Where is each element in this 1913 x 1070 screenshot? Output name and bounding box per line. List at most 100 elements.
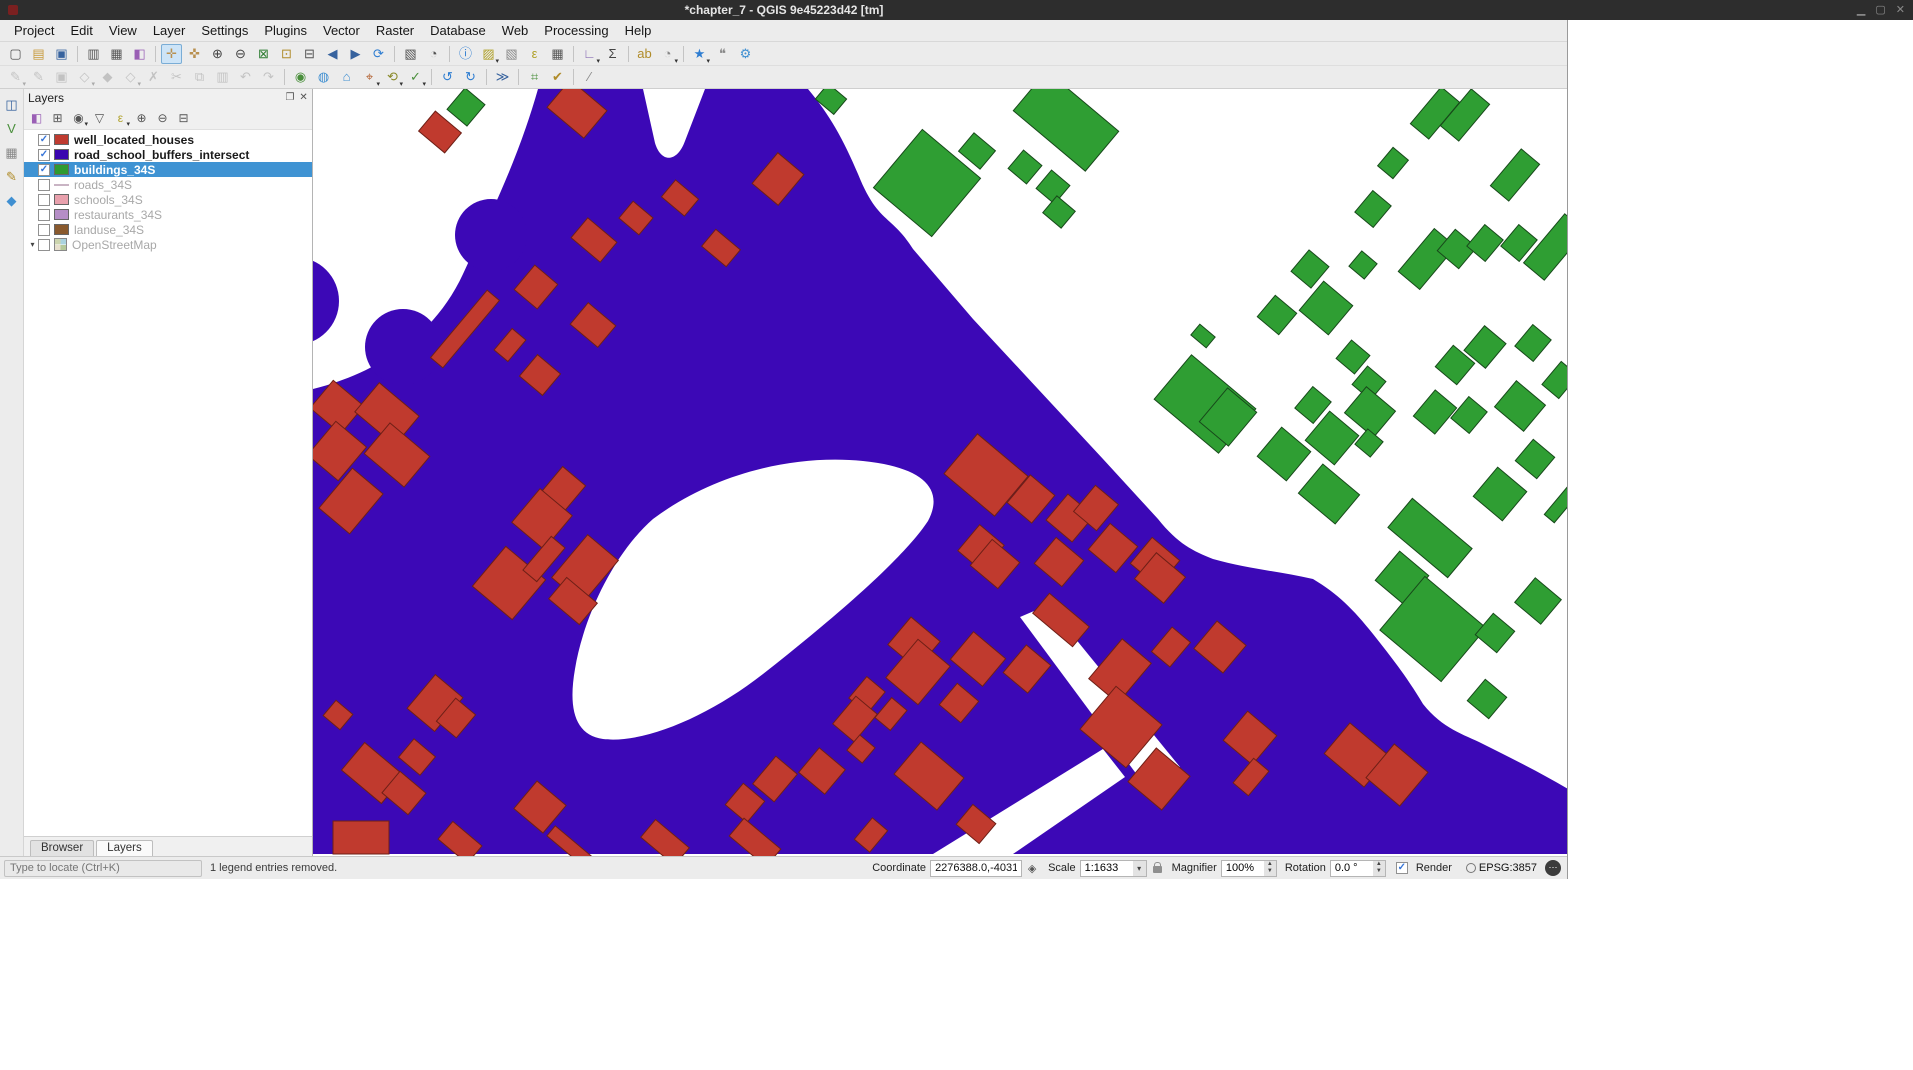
maximize-icon[interactable]: ▢ bbox=[1875, 2, 1885, 18]
select-by-expression-button[interactable]: ε bbox=[524, 44, 545, 64]
measure-line-button[interactable]: ∟▾ bbox=[579, 44, 600, 64]
undo-history-button[interactable]: ↺ bbox=[437, 67, 458, 87]
layer-diagram-options-dropdown-icon[interactable]: ▾ bbox=[674, 57, 678, 65]
layer-visibility-checkbox[interactable] bbox=[38, 179, 50, 191]
menu-web[interactable]: Web bbox=[494, 20, 537, 41]
new-print-layout-button[interactable]: ▥ bbox=[83, 44, 104, 64]
current-edits-button[interactable]: ✎▾ bbox=[5, 67, 26, 87]
add-vector-layer-button[interactable]: V bbox=[1, 119, 22, 139]
magnifier-spin-arrows[interactable]: ▲▼ bbox=[1264, 861, 1276, 876]
save-project-button[interactable]: ▣ bbox=[51, 44, 72, 64]
layer-diagram-options-button[interactable]: ◔▾ bbox=[657, 44, 678, 64]
expand-all-button[interactable]: ⊕ bbox=[132, 109, 151, 127]
refresh-map-button[interactable]: ⟳ bbox=[368, 44, 389, 64]
minimize-icon[interactable]: ▁ bbox=[1857, 2, 1865, 18]
measure-angle-button[interactable]: ∕ bbox=[579, 67, 600, 87]
scale-combo[interactable]: ▾ bbox=[1080, 860, 1147, 877]
processing-history-button[interactable]: ⟲▾ bbox=[382, 67, 403, 87]
rotation-spin-arrows[interactable]: ▲▼ bbox=[1373, 861, 1385, 876]
menu-view[interactable]: View bbox=[101, 20, 145, 41]
open-layer-styling-panel-button[interactable]: ◧ bbox=[27, 109, 46, 127]
menu-edit[interactable]: Edit bbox=[62, 20, 100, 41]
pan-to-selection-button[interactable]: ✜ bbox=[184, 44, 205, 64]
undo-edit-button[interactable]: ↶ bbox=[235, 67, 256, 87]
scale-combo-arrow-icon[interactable]: ▾ bbox=[1133, 861, 1146, 876]
layer-item-OpenStreetMap[interactable]: ▾OpenStreetMap bbox=[24, 237, 312, 252]
layer-item-landuse_34S[interactable]: landuse_34S bbox=[24, 222, 312, 237]
menu-project[interactable]: Project bbox=[6, 20, 62, 41]
layer-visibility-checkbox[interactable]: ✓ bbox=[38, 134, 50, 146]
new-project-button[interactable]: ▢ bbox=[5, 44, 26, 64]
check-geometries-button[interactable]: ✔ bbox=[547, 67, 568, 87]
locate-input[interactable] bbox=[4, 860, 202, 877]
vertex-tool-button[interactable]: ◇▾ bbox=[120, 67, 141, 87]
menu-database[interactable]: Database bbox=[422, 20, 494, 41]
scale-input[interactable] bbox=[1081, 861, 1133, 876]
tab-browser[interactable]: Browser bbox=[30, 840, 94, 856]
osm-place-search-button[interactable]: ◉ bbox=[290, 67, 311, 87]
redo-edit-button[interactable]: ↷ bbox=[258, 67, 279, 87]
identify-features-button[interactable]: ⓘ bbox=[455, 44, 476, 64]
georeferencer-button[interactable]: ⌖▾ bbox=[359, 67, 380, 87]
rotation-spinbox[interactable]: ▲▼ bbox=[1330, 860, 1386, 877]
magnifier-spinbox[interactable]: ▲▼ bbox=[1221, 860, 1277, 877]
processing-history-dropdown-icon[interactable]: ▾ bbox=[399, 80, 403, 88]
menu-settings[interactable]: Settings bbox=[193, 20, 256, 41]
collapse-all-button[interactable]: ⊖ bbox=[153, 109, 172, 127]
panel-close-icon[interactable]: ✕ bbox=[299, 92, 307, 103]
tab-layers[interactable]: Layers bbox=[96, 840, 153, 856]
manage-map-themes-dropdown-icon[interactable]: ▾ bbox=[84, 120, 88, 128]
open-attribute-table-button[interactable]: ▦ bbox=[547, 44, 568, 64]
delete-selected-button[interactable]: ✗ bbox=[143, 67, 164, 87]
cut-features-button[interactable]: ✂ bbox=[166, 67, 187, 87]
temporal-controller-button[interactable]: ◔ bbox=[423, 44, 444, 64]
layer-visibility-checkbox[interactable] bbox=[38, 194, 50, 206]
lock-scale-icon[interactable] bbox=[1153, 866, 1162, 873]
filter-by-expression-dropdown-icon[interactable]: ▾ bbox=[126, 120, 130, 128]
new-shapefile-layer-button[interactable]: ✎ bbox=[1, 167, 22, 187]
coordinate-input[interactable] bbox=[930, 860, 1022, 877]
redo-history-button[interactable]: ↻ bbox=[460, 67, 481, 87]
extents-toggle-icon[interactable]: ◈ bbox=[1024, 860, 1040, 876]
layer-item-road_school_buffers_intersect[interactable]: ✓road_school_buffers_intersect bbox=[24, 147, 312, 162]
layer-item-schools_34S[interactable]: schools_34S bbox=[24, 192, 312, 207]
zoom-next-button[interactable]: ▶ bbox=[345, 44, 366, 64]
magnifier-input[interactable] bbox=[1222, 861, 1264, 876]
new-geopackage-layer-button[interactable]: ◆ bbox=[1, 191, 22, 211]
panel-float-icon[interactable]: ❐ bbox=[285, 92, 294, 103]
zoom-full-button[interactable]: ⊠ bbox=[253, 44, 274, 64]
save-layer-edits-button[interactable]: ▣ bbox=[51, 67, 72, 87]
menu-plugins[interactable]: Plugins bbox=[256, 20, 315, 41]
new-spatial-bookmark-dropdown-icon[interactable]: ▾ bbox=[706, 57, 710, 65]
menu-processing[interactable]: Processing bbox=[536, 20, 616, 41]
quickmapservices-button[interactable]: ◍ bbox=[313, 67, 334, 87]
menu-raster[interactable]: Raster bbox=[368, 20, 422, 41]
processing-toolbox-button[interactable]: ⚙ bbox=[735, 44, 756, 64]
measure-line-dropdown-icon[interactable]: ▾ bbox=[596, 57, 600, 65]
copy-features-button[interactable]: ⧉ bbox=[189, 67, 210, 87]
add-raster-layer-button[interactable]: ▦ bbox=[1, 143, 22, 163]
digitize-with-segment-dropdown-icon[interactable]: ▾ bbox=[91, 80, 95, 88]
zoom-to-selection-button[interactable]: ⊡ bbox=[276, 44, 297, 64]
deselect-features-button[interactable]: ▧ bbox=[501, 44, 522, 64]
georeferencer-dropdown-icon[interactable]: ▾ bbox=[376, 80, 380, 88]
data-source-manager-button[interactable]: ◫ bbox=[1, 95, 22, 115]
layer-visibility-checkbox[interactable]: ✓ bbox=[38, 164, 50, 176]
statistical-summary-button[interactable]: Σ bbox=[602, 44, 623, 64]
current-edits-dropdown-icon[interactable]: ▾ bbox=[22, 80, 26, 88]
layer-item-roads_34S[interactable]: roads_34S bbox=[24, 177, 312, 192]
layer-item-well_located_houses[interactable]: ✓well_located_houses bbox=[24, 132, 312, 147]
zoom-to-layer-button[interactable]: ⊟ bbox=[299, 44, 320, 64]
manage-map-themes-button[interactable]: ◉▾ bbox=[69, 109, 88, 127]
layer-visibility-checkbox[interactable] bbox=[38, 224, 50, 236]
topology-checker-button[interactable]: ⌗ bbox=[524, 67, 545, 87]
layer-visibility-checkbox[interactable] bbox=[38, 209, 50, 221]
layer-expander-icon[interactable]: ▾ bbox=[27, 240, 38, 249]
toggle-editing-button[interactable]: ✎ bbox=[28, 67, 49, 87]
messages-button[interactable]: ⋯ bbox=[1545, 860, 1561, 876]
add-polygon-feature-button[interactable]: ◆ bbox=[97, 67, 118, 87]
show-map-tips-button[interactable]: ❝ bbox=[712, 44, 733, 64]
layout-manager-button[interactable]: ▦ bbox=[106, 44, 127, 64]
menu-help[interactable]: Help bbox=[617, 20, 660, 41]
rotation-input[interactable] bbox=[1331, 861, 1373, 876]
